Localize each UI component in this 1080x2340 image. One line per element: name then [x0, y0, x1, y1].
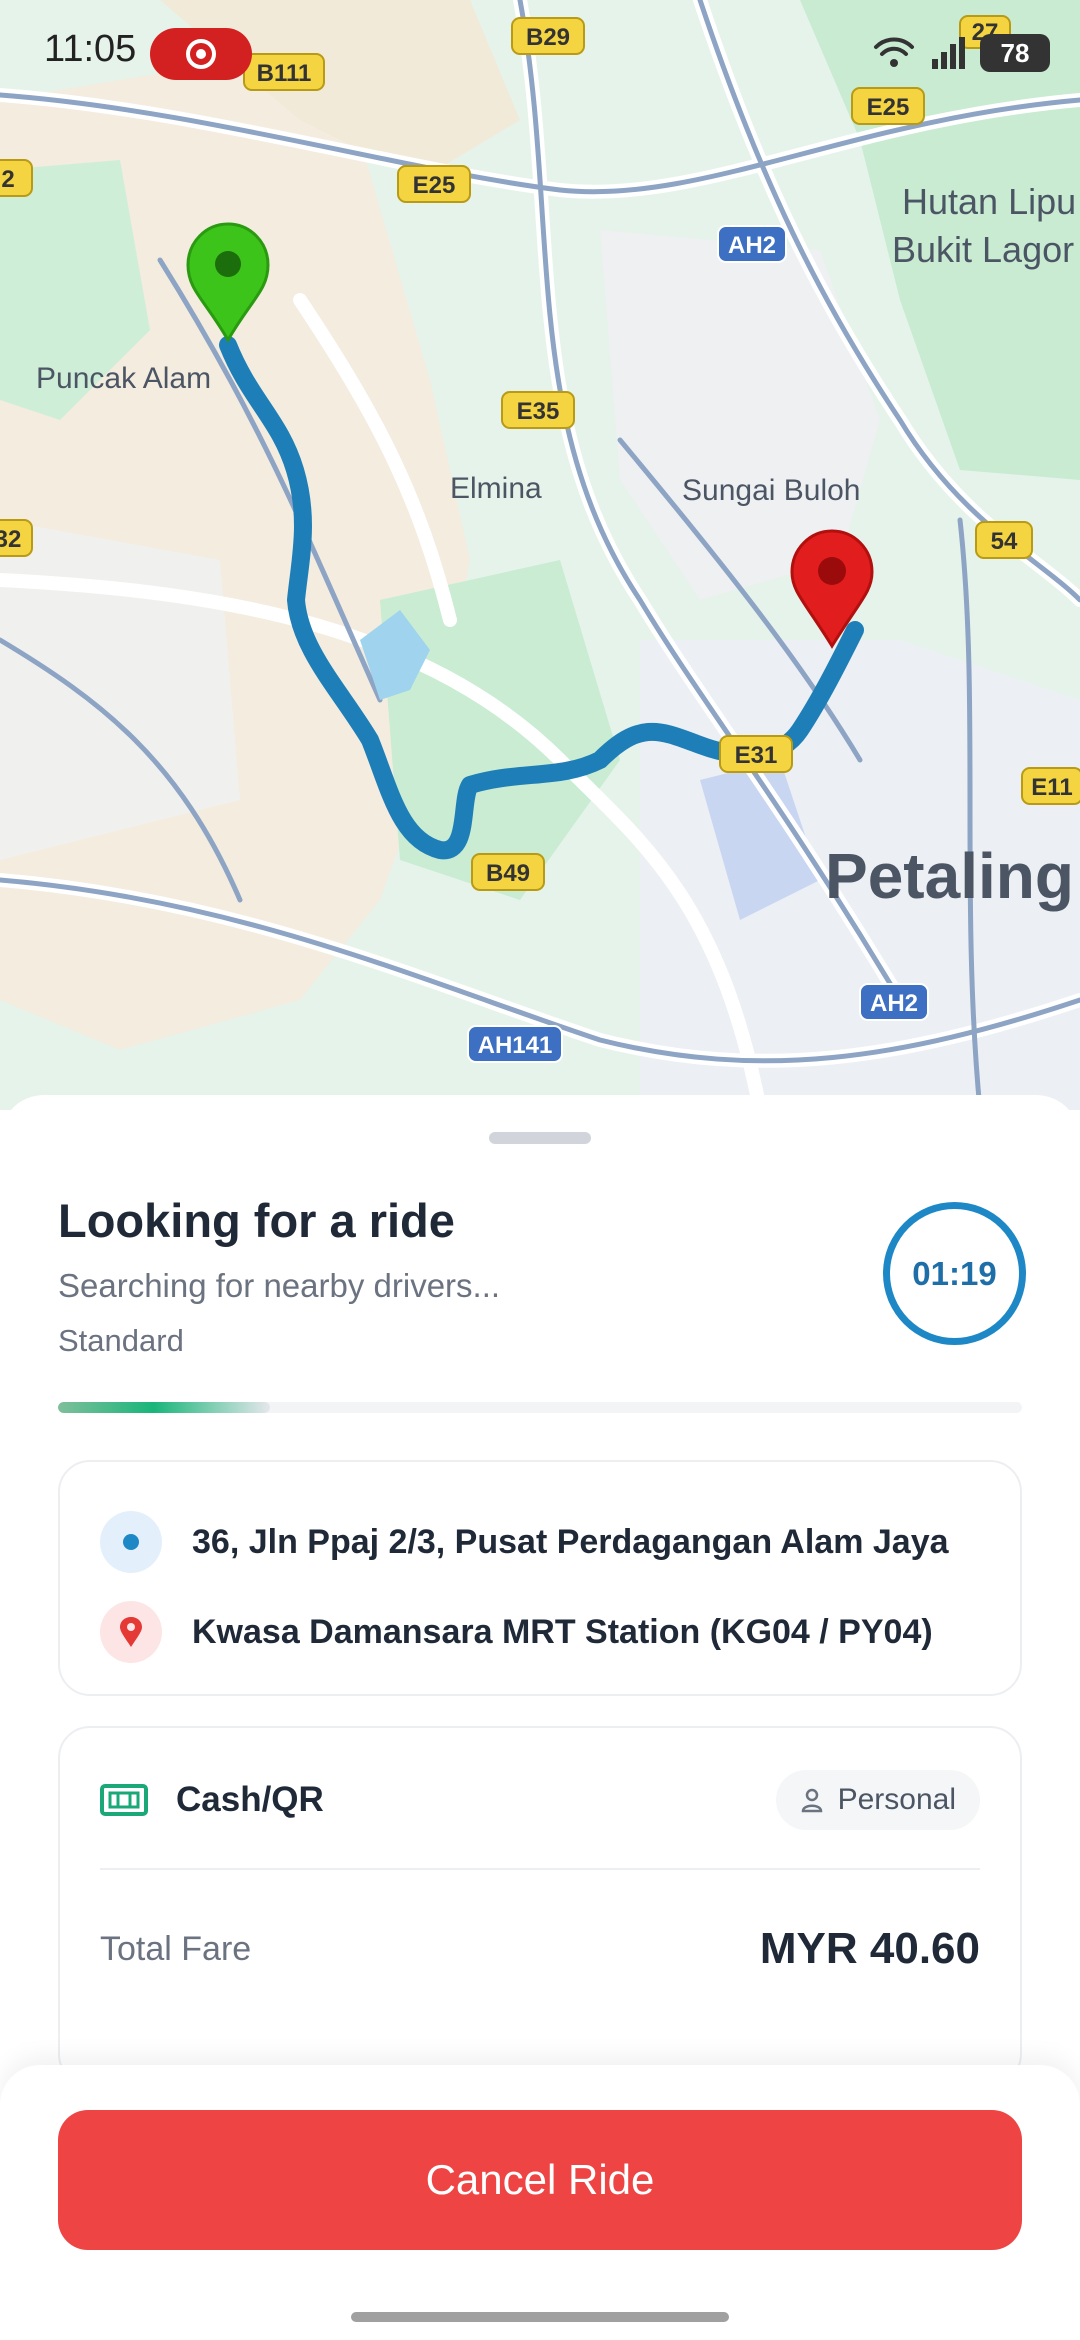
- route-card: 36, Jln Ppaj 2/3, Pusat Perdagangan Alam…: [58, 1460, 1022, 1696]
- svg-text:AH2: AH2: [728, 232, 776, 259]
- map-label-puncak-alam: Puncak Alam: [36, 362, 211, 395]
- battery-icon: 78: [980, 34, 1050, 72]
- route-map[interactable]: Puncak Alam Elmina Sungai Buloh Petaling…: [0, 0, 1080, 1110]
- map-label-elmina: Elmina: [450, 472, 542, 505]
- svg-text:B49: B49: [486, 860, 530, 887]
- payment-divider: [100, 1868, 980, 1870]
- profile-badge[interactable]: Personal: [775, 1770, 980, 1830]
- status-time: 11:05: [44, 28, 137, 70]
- road-badge-e31: E31: [719, 735, 793, 773]
- wifi-icon: [874, 37, 914, 67]
- location-pin-icon: [100, 1601, 162, 1663]
- svg-text:2: 2: [1, 166, 14, 193]
- pickup-row[interactable]: 36, Jln Ppaj 2/3, Pusat Perdagangan Alam…: [100, 1510, 972, 1574]
- pickup-address: 36, Jln Ppaj 2/3, Pusat Perdagangan Alam…: [192, 1522, 949, 1561]
- road-badge-54: 54: [975, 521, 1033, 559]
- svg-text:54: 54: [991, 528, 1018, 555]
- map-label-hutan-1: Hutan Lipu: [902, 181, 1076, 222]
- svg-text:E35: E35: [517, 398, 560, 425]
- svg-text:E31: E31: [735, 742, 778, 769]
- svg-text:AH2: AH2: [870, 990, 918, 1017]
- drag-handle[interactable]: [489, 1132, 591, 1144]
- svg-text:E25: E25: [413, 172, 456, 199]
- road-badge-e25: E25: [397, 165, 471, 203]
- fare-value: MYR 40.60: [759, 1924, 980, 1973]
- map-label-petaling: Petaling: [825, 840, 1074, 912]
- home-indicator[interactable]: [351, 2312, 729, 2322]
- action-panel: Cancel Ride: [0, 2065, 1080, 2340]
- dropoff-row[interactable]: Kwasa Damansara MRT Station (KG04 / PY04…: [100, 1600, 972, 1664]
- road-badge-e35: E35: [501, 391, 575, 429]
- svg-text:E11: E11: [1031, 774, 1072, 801]
- payment-card: Cash/QR Personal Total Fare MYR 40.60: [58, 1726, 1022, 2086]
- road-badge-ah141: AH141: [467, 1025, 563, 1063]
- ride-status-title: Looking for a ride: [58, 1194, 455, 1247]
- person-icon: [801, 1788, 822, 1813]
- payment-row: Cash/QR Personal: [100, 1764, 980, 1836]
- road-badge-2: 2: [0, 159, 33, 197]
- map-label-hutan-2: Bukit Lagor: [892, 229, 1074, 270]
- search-progress-bar: [58, 1402, 1022, 1413]
- cancel-ride-button[interactable]: Cancel Ride: [58, 2110, 1022, 2250]
- svg-text:AH141: AH141: [478, 1032, 553, 1059]
- status-bar: 11:05 78: [0, 0, 1080, 110]
- fare-label: Total Fare: [100, 1930, 252, 1968]
- cash-icon: [100, 1784, 148, 1816]
- search-progress-fill: [58, 1402, 271, 1413]
- road-badge-e11: E11: [1021, 767, 1080, 805]
- pickup-dot-icon: [100, 1511, 162, 1573]
- map-label-sungai-buloh: Sungai Buloh: [682, 474, 860, 507]
- road-badge-b49: B49: [471, 853, 545, 891]
- road-badge-ah2: AH2: [717, 225, 787, 263]
- profile-label: Personal: [837, 1783, 956, 1816]
- ride-status-subtitle: Searching for nearby drivers...: [58, 1267, 501, 1304]
- ride-type-label: Standard: [58, 1323, 184, 1358]
- signal-icon: [932, 37, 965, 69]
- svg-text:32: 32: [0, 526, 21, 553]
- payment-method: Cash/QR: [176, 1780, 324, 1819]
- dropoff-address: Kwasa Damansara MRT Station (KG04 / PY04…: [192, 1612, 933, 1651]
- road-badge-ah2: AH2: [859, 983, 929, 1021]
- search-timer: 01:19: [883, 1202, 1026, 1345]
- screen-record-icon[interactable]: [150, 28, 252, 80]
- status-icons: 78: [872, 30, 1050, 76]
- road-badge-32: 32: [0, 519, 33, 557]
